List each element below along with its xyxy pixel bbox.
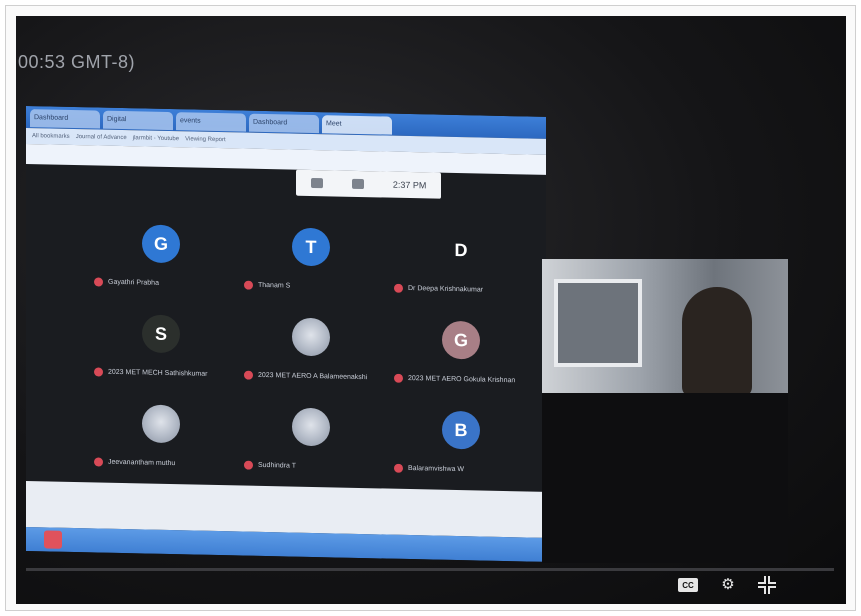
participant-tile: D Dr Deepa Krishnakumar: [386, 226, 536, 309]
empty-panel: [542, 393, 788, 563]
mic-muted-icon: [94, 277, 103, 287]
participant-tile: Sudhindra T: [236, 402, 386, 485]
video-player[interactable]: 00:53 GMT-8) Dashboard Digital events Da…: [16, 16, 846, 604]
avatar-photo: [292, 317, 330, 357]
exit-fullscreen-icon[interactable]: [758, 576, 776, 594]
participant-tile: B Balaramvishwa W: [386, 406, 536, 489]
gear-icon[interactable]: ⚙: [720, 577, 736, 593]
player-controls: CC ⚙: [678, 576, 776, 594]
webcam-tile: [542, 259, 788, 393]
participant-name: Thanam S: [258, 281, 291, 290]
avatar: G: [142, 224, 180, 264]
background-window: [554, 279, 642, 367]
participant-grid: G Gayathri Prabha T Thanam S D Dr Deepa …: [86, 219, 536, 488]
avatar: G: [442, 320, 480, 360]
meeting-time: 2:37 PM: [392, 179, 427, 191]
participant-tile: G 2023 MET AERO Gokula Krishnan: [386, 316, 536, 399]
mic-muted-icon: [244, 460, 253, 470]
participant-name: Balaramvishwa W: [408, 465, 465, 474]
browser-tab: events: [176, 112, 246, 132]
bookmark-item: jlarmbit - Youtube: [132, 135, 180, 143]
participant-name: 2023 MET AERO A Balameenakshi: [258, 371, 368, 382]
participant-tile: S 2023 MET MECH Sathishkumar: [86, 309, 236, 392]
bookmark-item: Journal of Advance: [75, 134, 127, 142]
browser-tab: Dashboard: [249, 113, 319, 134]
participant-tile: 2023 MET AERO A Balameenakshi: [236, 312, 386, 395]
avatar: D: [454, 239, 468, 260]
participant-name: Dr Deepa Krishnakumar: [408, 285, 484, 294]
participant-name: 2023 MET AERO Gokula Krishnan: [408, 375, 516, 385]
captions-button[interactable]: CC: [678, 578, 698, 592]
avatar: T: [292, 227, 330, 267]
avatar: B: [442, 410, 480, 450]
mic-muted-icon: [244, 280, 253, 290]
participant-name: 2023 MET MECH Sathishkumar: [108, 368, 208, 378]
mic-muted-icon: [394, 373, 403, 383]
bookmark-item: All bookmarks: [32, 133, 70, 140]
participant-name: Jeevanantham muthu: [108, 458, 176, 468]
browser-tab: Dashboard: [30, 109, 100, 129]
avatar-photo: [142, 404, 180, 444]
mic-muted-icon: [94, 457, 103, 467]
browser-tab-active: Meet: [322, 115, 392, 135]
participant-tile: T Thanam S: [236, 222, 386, 305]
participant-tile: G Gayathri Prabha: [86, 219, 236, 302]
meet-toolbar: 2:37 PM: [296, 169, 441, 199]
mic-muted-icon: [244, 370, 253, 380]
mic-muted-icon: [94, 367, 103, 377]
avatar-photo: [292, 407, 330, 447]
presenter-silhouette: [682, 287, 752, 393]
video-timestamp: 00:53 GMT-8): [18, 52, 136, 72]
browser-tab: Digital: [103, 110, 173, 131]
progress-bar[interactable]: [26, 568, 834, 571]
laptop-screen: Dashboard Digital events Dashboard Meet …: [26, 106, 546, 562]
participant-tile: Jeevanantham muthu: [86, 399, 236, 482]
avatar: S: [142, 314, 180, 354]
present-icon: [310, 177, 323, 189]
bookmark-item: Viewing Report: [185, 136, 226, 144]
participant-name: Gayathri Prabha: [108, 278, 159, 287]
chat-icon: [351, 178, 364, 190]
mic-muted-icon: [394, 463, 403, 473]
app-icon: [44, 530, 62, 549]
participant-name: Sudhindra T: [258, 461, 297, 470]
mic-muted-icon: [394, 283, 403, 293]
